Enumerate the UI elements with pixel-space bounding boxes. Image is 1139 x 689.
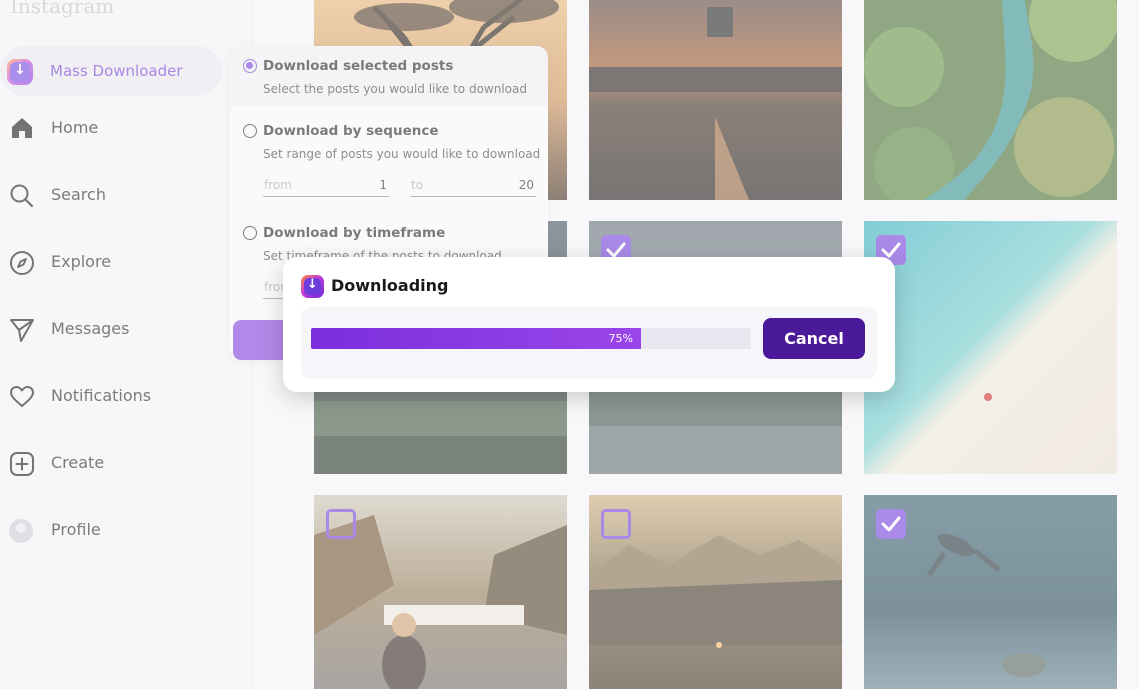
cancel-button[interactable]: Cancel [763,318,865,359]
dialog-title: Downloading [331,276,449,295]
progress-percent: 75% [608,332,633,345]
progress-bar: 75% [311,328,751,349]
downloading-dialog: ↓ Downloading 75% Cancel [283,257,895,392]
progress-fill: 75% [311,328,641,349]
download-arrow-icon: ↓ [301,275,324,298]
dialog-body: 75% Cancel [301,307,877,379]
